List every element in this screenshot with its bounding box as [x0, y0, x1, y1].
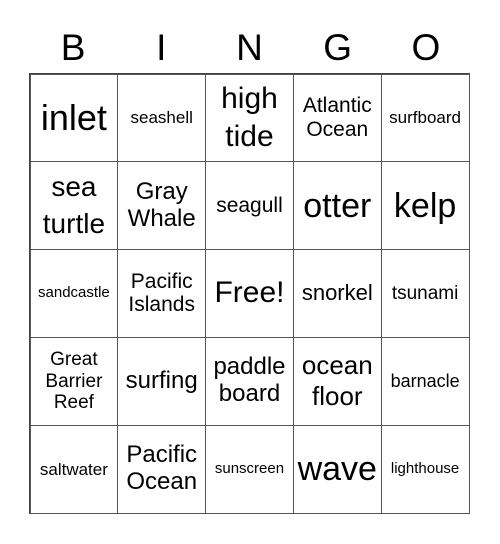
header-letter-b: B: [60, 27, 86, 68]
bingo-cell[interactable]: seagull: [205, 161, 294, 251]
bingo-cell[interactable]: barnacle: [380, 336, 470, 426]
bingo-cell[interactable]: ocean floor: [292, 336, 382, 426]
bingo-cell[interactable]: sandcastle: [29, 249, 119, 338]
bingo-cell[interactable]: wave: [292, 424, 382, 514]
header-letter-i: I: [156, 27, 167, 68]
bingo-cell[interactable]: Pacific Ocean: [117, 424, 207, 514]
bingo-cell[interactable]: lighthouse: [380, 424, 470, 514]
bingo-cell[interactable]: Great Barrier Reef: [29, 336, 119, 426]
bingo-card-grid: inlet seashell high tide Atlantic Ocean …: [29, 73, 470, 514]
bingo-cell[interactable]: Pacific Islands: [117, 249, 207, 338]
bingo-cell[interactable]: surfboard: [380, 73, 470, 163]
bingo-cell[interactable]: otter: [292, 161, 382, 251]
bingo-cell[interactable]: seashell: [117, 73, 207, 163]
bingo-cell[interactable]: kelp: [380, 161, 470, 251]
bingo-cell[interactable]: snorkel: [292, 249, 382, 338]
header-letter-n: N: [236, 27, 263, 68]
header-letter-g: G: [323, 27, 353, 68]
bingo-header: B I N G O: [29, 24, 470, 72]
bingo-cell[interactable]: Atlantic Ocean: [292, 73, 382, 163]
bingo-cell[interactable]: sunscreen: [205, 424, 294, 514]
bingo-cell[interactable]: paddle board: [205, 336, 294, 426]
bingo-cell[interactable]: inlet: [29, 73, 119, 163]
bingo-cell[interactable]: surfing: [117, 336, 207, 426]
bingo-cell[interactable]: saltwater: [29, 424, 119, 514]
bingo-cell[interactable]: tsunami: [380, 249, 470, 338]
bingo-cell[interactable]: Gray Whale: [117, 161, 207, 251]
bingo-cell[interactable]: sea turtle: [29, 161, 119, 251]
free-space-cell[interactable]: Free!: [205, 249, 294, 338]
header-letter-o: O: [411, 27, 441, 68]
bingo-cell[interactable]: high tide: [205, 73, 294, 163]
